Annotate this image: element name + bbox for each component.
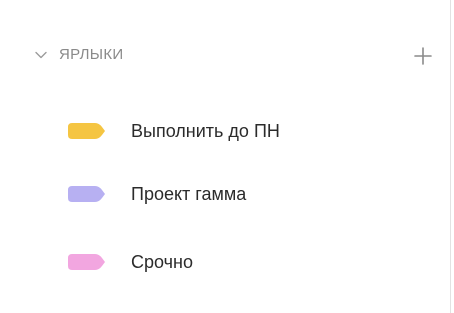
plus-icon[interactable] [412, 45, 434, 67]
labels-panel: ЯРЛЫКИ Выполнить до ПН Проект гамма Сроч… [0, 0, 451, 313]
tag-shape [68, 254, 105, 270]
tag-shape [68, 186, 105, 202]
tag-icon [68, 186, 105, 202]
label-item-text: Проект гамма [131, 184, 247, 204]
labels-section-title: ЯРЛЫКИ [59, 46, 124, 63]
labels-section-header[interactable]: ЯРЛЫКИ [0, 40, 451, 70]
tag-icon [68, 123, 105, 139]
tag-shape [68, 123, 105, 139]
label-item-deadline[interactable]: Выполнить до ПН [0, 110, 451, 150]
label-item-project-gamma[interactable]: Проект гамма [0, 173, 451, 213]
tag-icon [68, 254, 105, 270]
label-item-text: Выполнить до ПН [131, 121, 280, 141]
chevron-down-icon[interactable] [34, 48, 48, 62]
label-item-urgent[interactable]: Срочно [0, 241, 451, 281]
label-item-text: Срочно [131, 252, 193, 272]
